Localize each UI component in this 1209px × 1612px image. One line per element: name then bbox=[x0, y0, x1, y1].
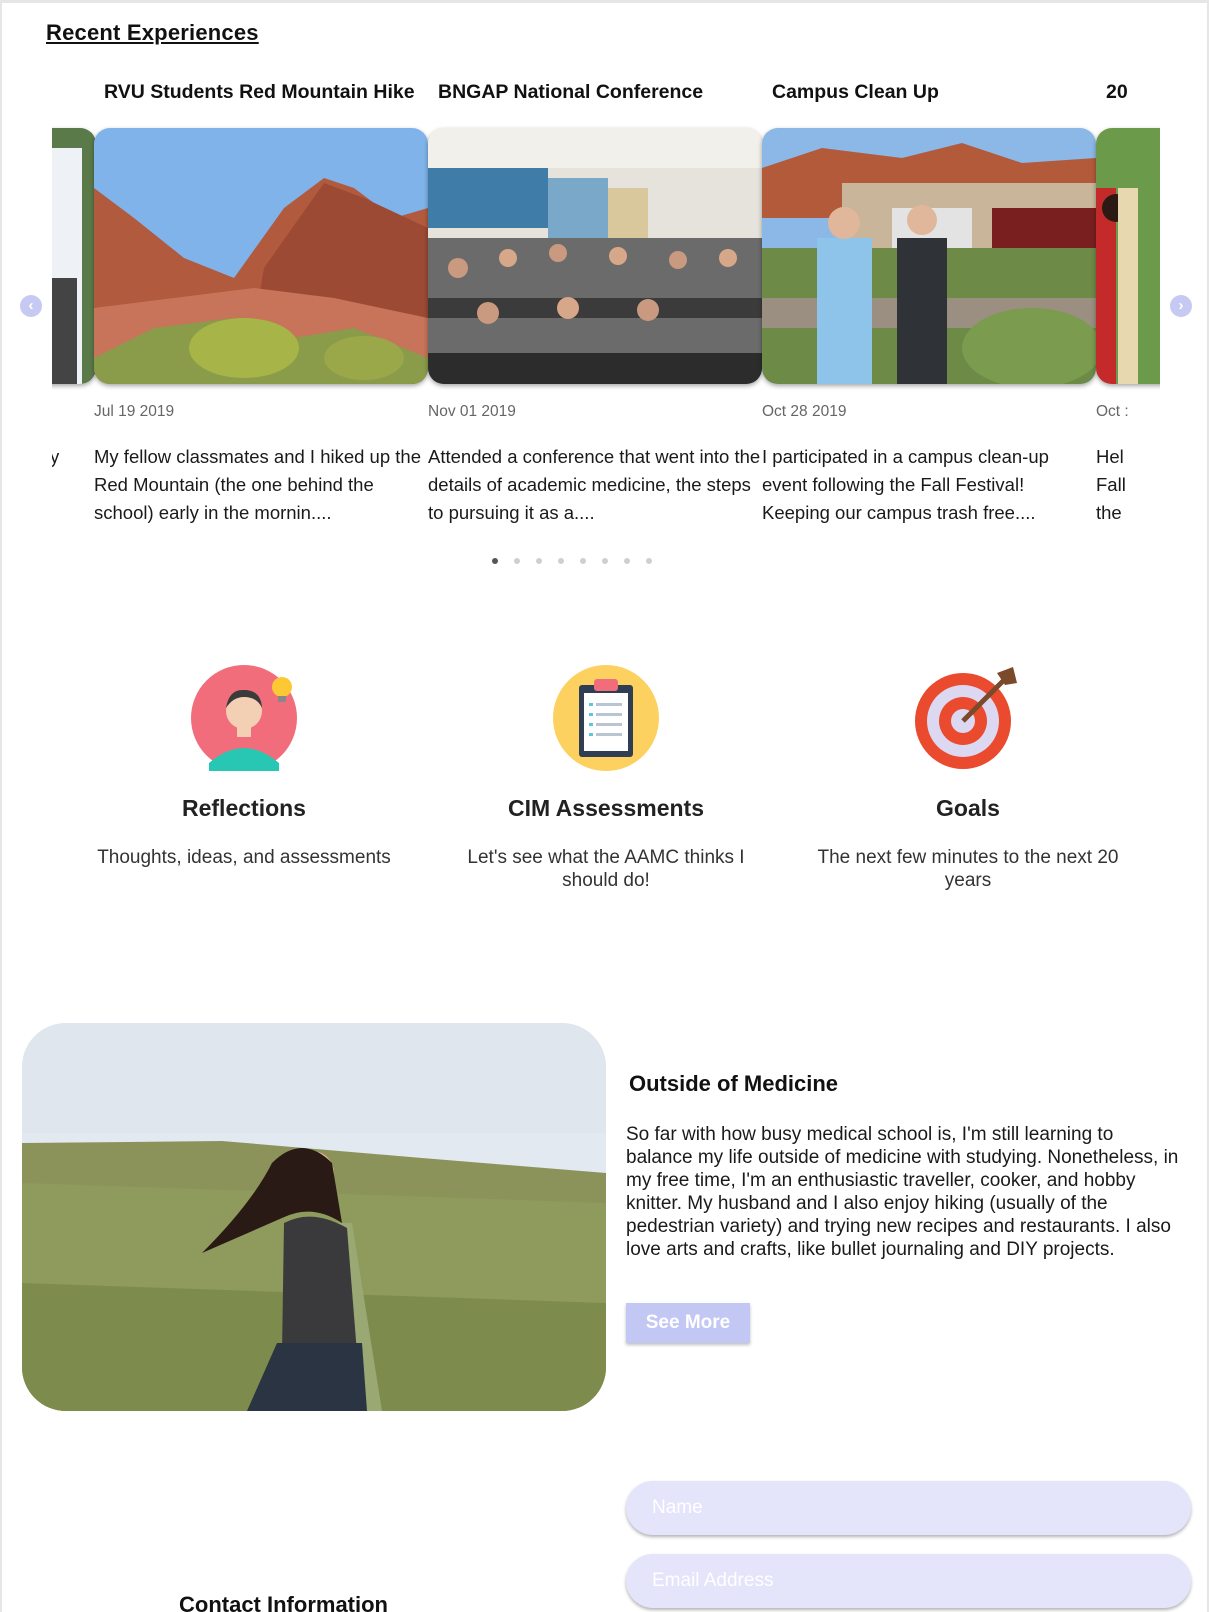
experience-slide[interactable]: 20 Oct : Hel Fall the bbox=[1096, 73, 1160, 523]
experience-slide[interactable]: BNGAP National Conference Nov 01 2019 At… bbox=[428, 73, 762, 523]
carousel-dot[interactable] bbox=[646, 558, 652, 564]
slide-title[interactable]: Campus Clean Up bbox=[762, 73, 1096, 113]
clipboard-icon[interactable] bbox=[551, 663, 661, 773]
carousel-dot[interactable] bbox=[536, 558, 542, 564]
page: Recent Experiences y RVU Students Red Mo… bbox=[0, 0, 1209, 1612]
carousel-dot[interactable] bbox=[492, 558, 498, 564]
experience-slide[interactable]: RVU Students Red Mountain Hike Jul 19 20… bbox=[94, 73, 428, 523]
slide-text: I participated in a campus clean-up even… bbox=[762, 446, 1049, 523]
slide-date: Jul 19 2019 bbox=[94, 403, 175, 420]
feature-reflections[interactable]: Reflections Thoughts, ideas, and assessm… bbox=[74, 663, 414, 869]
experience-slide[interactable]: Campus Clean Up Oct 28 2019 I participat… bbox=[762, 73, 1096, 523]
slide-text: Attended a conference that went into the… bbox=[428, 446, 761, 523]
chevron-right-icon[interactable]: › bbox=[1170, 295, 1192, 317]
slide-title[interactable]: 20 bbox=[1096, 73, 1160, 113]
outside-medicine-title: Outside of Medicine bbox=[629, 1071, 839, 1096]
feature-description: Let's see what the AAMC thinks I should … bbox=[467, 847, 745, 891]
slide-image-mountain-hike[interactable] bbox=[94, 128, 428, 384]
slide-image-conference[interactable] bbox=[428, 128, 762, 384]
carousel-dot[interactable] bbox=[558, 558, 564, 564]
carousel-dot[interactable] bbox=[602, 558, 608, 564]
feature-description: The next few minutes to the next 20 year… bbox=[817, 847, 1119, 891]
slide-title[interactable]: BNGAP National Conference bbox=[428, 73, 762, 113]
target-arrow-icon[interactable] bbox=[913, 663, 1023, 773]
contact-title: Contact Information bbox=[179, 1592, 388, 1612]
feature-title[interactable]: Goals bbox=[798, 795, 1138, 822]
see-more-button[interactable]: See More bbox=[626, 1303, 750, 1343]
carousel-dot[interactable] bbox=[514, 558, 520, 564]
outside-medicine-photo bbox=[22, 1023, 606, 1411]
slide-title[interactable]: RVU Students Red Mountain Hike bbox=[94, 73, 428, 113]
feature-goals[interactable]: Goals The next few minutes to the next 2… bbox=[798, 663, 1138, 892]
slide-date: Oct 28 2019 bbox=[762, 403, 847, 420]
slide-date: Nov 01 2019 bbox=[428, 403, 516, 420]
section-title: Recent Experiences bbox=[46, 20, 259, 45]
email-input[interactable] bbox=[626, 1554, 1191, 1608]
name-input[interactable] bbox=[626, 1481, 1191, 1535]
carousel-dot[interactable] bbox=[624, 558, 630, 564]
slide-date: Oct : bbox=[1096, 403, 1129, 420]
experiences-carousel: y RVU Students Red Mountain Hike Jul 19 … bbox=[52, 73, 1160, 543]
carousel-dots bbox=[492, 558, 652, 564]
slide-image-partial[interactable] bbox=[1096, 128, 1160, 384]
outside-medicine-text: So far with how busy medical school is, … bbox=[626, 1124, 1179, 1260]
slide-image bbox=[52, 128, 96, 384]
feature-cim-assessments[interactable]: CIM Assessments Let's see what the AAMC … bbox=[436, 663, 776, 892]
slide-text: My fellow classmates and I hiked up the … bbox=[94, 446, 421, 523]
feature-description: Thoughts, ideas, and assessments bbox=[97, 847, 391, 868]
person-lightbulb-icon[interactable] bbox=[189, 663, 299, 773]
carousel-dot[interactable] bbox=[580, 558, 586, 564]
feature-title[interactable]: Reflections bbox=[74, 795, 414, 822]
slide-image-campus-cleanup[interactable] bbox=[762, 128, 1096, 384]
feature-title[interactable]: CIM Assessments bbox=[436, 795, 776, 822]
chevron-left-icon[interactable]: ‹ bbox=[20, 295, 42, 317]
slide-text: Hel Fall the bbox=[1096, 446, 1126, 523]
